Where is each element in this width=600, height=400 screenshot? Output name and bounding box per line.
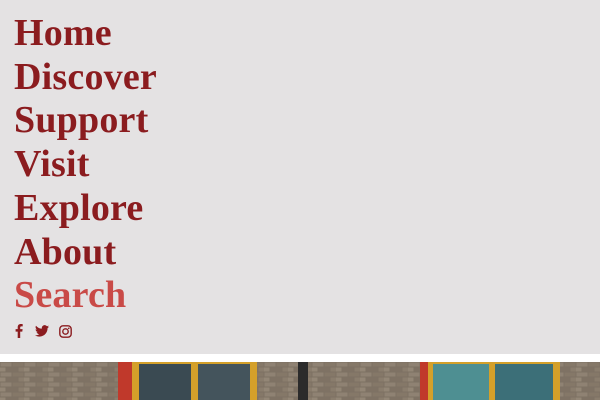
navigation-menu: Home Discover Support Visit Explore Abou… [0,0,600,354]
building-photo [0,362,600,400]
nav-item-home[interactable]: Home [14,12,157,56]
social-links [12,324,72,338]
instagram-icon[interactable] [58,324,72,338]
facebook-icon[interactable] [12,324,26,338]
nav-item-discover[interactable]: Discover [14,56,157,100]
nav-item-search[interactable]: Search [14,274,157,318]
main-nav: Home Discover Support Visit Explore Abou… [14,12,157,318]
nav-item-about[interactable]: About [14,231,157,275]
nav-item-explore[interactable]: Explore [14,187,157,231]
twitter-icon[interactable] [35,324,49,338]
nav-item-support[interactable]: Support [14,99,157,143]
nav-item-visit[interactable]: Visit [14,143,157,187]
